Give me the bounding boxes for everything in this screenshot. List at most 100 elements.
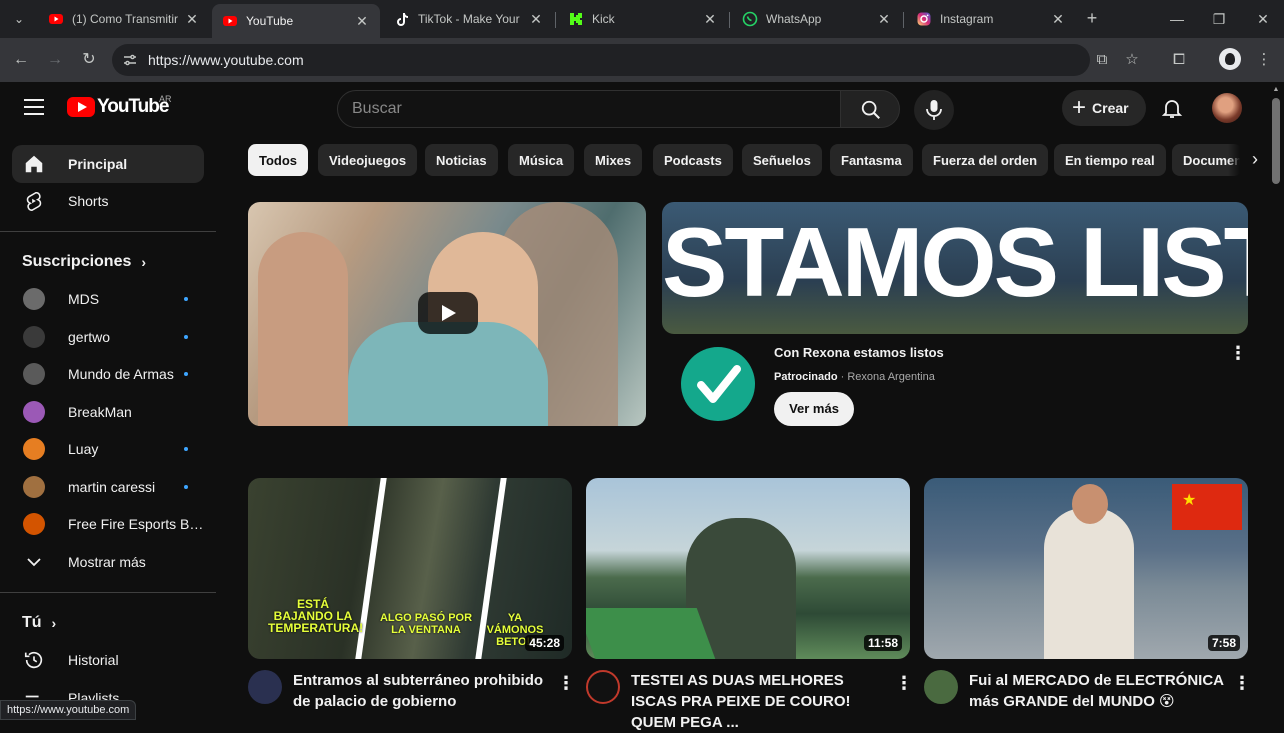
close-tab-icon[interactable]: ✕ xyxy=(702,11,718,28)
new-tab-icon[interactable]: + xyxy=(1082,8,1102,30)
subscription-item[interactable]: Mundo de Armas xyxy=(12,355,204,393)
browser-tab[interactable]: Instagram ✕ xyxy=(906,4,1076,34)
browser-tab-active[interactable]: YouTube ✕ xyxy=(212,4,380,38)
close-tab-icon[interactable]: ✕ xyxy=(354,13,370,30)
chip[interactable]: Noticias xyxy=(425,144,498,176)
channel-avatar[interactable] xyxy=(586,670,620,704)
ad-cta-button[interactable]: Ver más xyxy=(774,392,854,426)
more-options-icon[interactable]: ⋮ xyxy=(895,672,913,694)
chevron-right-icon: › xyxy=(51,615,57,631)
browser-tab[interactable]: Kick ✕ xyxy=(558,4,728,34)
you-heading[interactable]: Tú › xyxy=(22,614,56,632)
browser-profile-avatar[interactable] xyxy=(1219,48,1241,70)
video-thumbnail[interactable]: 11:58 xyxy=(586,478,910,659)
minimize-icon[interactable]: — xyxy=(1162,8,1192,30)
address-bar[interactable]: https://www.youtube.com xyxy=(112,44,1090,76)
sidebar-item-principal[interactable]: Principal xyxy=(12,145,204,183)
chip[interactable]: Música xyxy=(508,144,575,176)
menu-icon[interactable] xyxy=(24,99,44,115)
youtube-icon xyxy=(223,16,237,26)
video-thumbnail[interactable]: ★ 7:58 xyxy=(924,478,1248,659)
scroll-up-icon[interactable]: ▲ xyxy=(1272,86,1280,94)
chip[interactable]: Mixes xyxy=(584,144,643,176)
advertiser-logo[interactable] xyxy=(681,347,755,421)
browser-menu-icon[interactable]: ⋮ xyxy=(1254,50,1274,70)
chip[interactable]: Señuelos xyxy=(742,144,822,176)
sidebar: Principal Shorts Suscripciones › MDS gert… xyxy=(0,136,228,720)
video-title[interactable]: TESTEI AS DUAS MELHORES ISCAS PRA PEIXE … xyxy=(631,670,893,733)
search-icon xyxy=(861,100,880,119)
chip[interactable]: Videojuegos xyxy=(318,144,418,176)
sidebar-item-shorts[interactable]: Shorts xyxy=(12,182,204,220)
channel-avatar xyxy=(23,363,45,385)
subscription-name: Free Fire Esports Br... xyxy=(68,516,204,532)
logo-text: YouTube xyxy=(97,96,169,117)
subscription-item[interactable]: MDS xyxy=(12,280,204,318)
tab-title: YouTube xyxy=(246,14,294,28)
channel-avatar xyxy=(23,438,45,460)
create-button[interactable]: + Crear xyxy=(1062,90,1146,126)
subscription-name: BreakMan xyxy=(68,404,132,420)
close-window-icon[interactable]: ✕ xyxy=(1248,8,1278,30)
checkmark-icon xyxy=(697,365,741,403)
video-thumbnail[interactable]: ESTÁ BAJANDO LA TEMPERATURA! ALGO PASÓ P… xyxy=(248,478,572,659)
chip-todos[interactable]: Todos xyxy=(248,144,309,176)
more-options-icon[interactable]: ⋮ xyxy=(1233,672,1251,694)
browser-tab[interactable]: WhatsApp ✕ xyxy=(732,4,902,34)
shorts-icon xyxy=(22,189,46,213)
plus-icon: + xyxy=(1072,94,1087,121)
channel-avatar[interactable] xyxy=(248,670,282,704)
ad-title[interactable]: Con Rexona estamos listos xyxy=(774,345,944,360)
subscriptions-heading[interactable]: Suscripciones › xyxy=(22,253,146,271)
forward-icon[interactable]: → xyxy=(44,49,66,71)
bookmark-star-icon[interactable]: ☆ xyxy=(1122,50,1142,70)
more-options-icon[interactable]: ⋮ xyxy=(1229,342,1247,364)
channel-avatar xyxy=(23,326,45,348)
browser-tab[interactable]: TikTok - Make Your D ✕ xyxy=(384,4,554,34)
page-scrollbar[interactable] xyxy=(1272,98,1280,184)
close-tab-icon[interactable]: ✕ xyxy=(1050,11,1066,28)
restore-icon[interactable]: ❐ xyxy=(1204,8,1234,30)
chip[interactable]: Fantasma xyxy=(830,144,913,176)
chevron-right-icon[interactable]: › xyxy=(1228,144,1258,176)
ad-banner[interactable]: STAMOS LISTOS xyxy=(662,202,1248,334)
browser-tab[interactable]: (1) Como Transmitir J ✕ xyxy=(38,4,210,34)
subscription-item[interactable]: martin caressi xyxy=(12,468,204,506)
sidebar-item-historial[interactable]: Historial xyxy=(12,641,204,679)
search-input[interactable] xyxy=(352,99,822,119)
video-title[interactable]: Fui al MERCADO de ELECTRÓNICA más GRANDE… xyxy=(969,670,1231,712)
site-settings-icon[interactable] xyxy=(122,52,138,68)
video-title[interactable]: Entramos al subterráneo prohibido de pal… xyxy=(293,670,555,712)
tab-search-icon[interactable]: ⌄ xyxy=(8,9,30,29)
new-content-dot xyxy=(184,297,188,301)
close-tab-icon[interactable]: ✕ xyxy=(876,11,892,28)
notifications-bell-icon[interactable] xyxy=(1160,96,1184,120)
thumbnail-caption: ALGO PASÓ POR LA VENTANA xyxy=(379,612,473,636)
address-url: https://www.youtube.com xyxy=(148,52,304,68)
extensions-icon[interactable]: ⧠ xyxy=(1169,50,1189,70)
play-icon[interactable] xyxy=(418,292,478,334)
subscription-item[interactable]: gertwo xyxy=(12,318,204,356)
ad-sponsor-line: Patrocinado · Rexona Argentina xyxy=(774,371,935,383)
chip[interactable]: Fuerza del orden xyxy=(922,144,1049,176)
voice-search-button[interactable] xyxy=(914,90,954,130)
show-more-button[interactable]: Mostrar más xyxy=(12,543,204,581)
reload-icon[interactable]: ↻ xyxy=(78,49,100,71)
search-button[interactable] xyxy=(840,90,900,128)
browser-tab-bar: ⌄ (1) Como Transmitir J ✕ YouTube ✕ TikT… xyxy=(0,0,1284,38)
chip[interactable]: En tiempo real xyxy=(1054,144,1166,176)
subscription-name: Luay xyxy=(68,441,99,457)
close-tab-icon[interactable]: ✕ xyxy=(528,11,544,28)
tab-title: Instagram xyxy=(940,12,994,26)
subscription-item[interactable]: Free Fire Esports Br... xyxy=(12,505,204,543)
subscription-item[interactable]: Luay xyxy=(12,430,204,468)
channel-avatar[interactable] xyxy=(924,670,958,704)
youtube-logo[interactable]: YouTube AR xyxy=(67,94,172,118)
chip[interactable]: Podcasts xyxy=(653,144,733,176)
install-app-icon[interactable]: ⧉ xyxy=(1092,50,1112,70)
subscription-item[interactable]: BreakMan xyxy=(12,393,204,431)
more-options-icon[interactable]: ⋮ xyxy=(557,672,575,694)
account-avatar[interactable] xyxy=(1212,93,1242,123)
back-icon[interactable]: ← xyxy=(10,49,32,71)
close-tab-icon[interactable]: ✕ xyxy=(184,11,200,28)
